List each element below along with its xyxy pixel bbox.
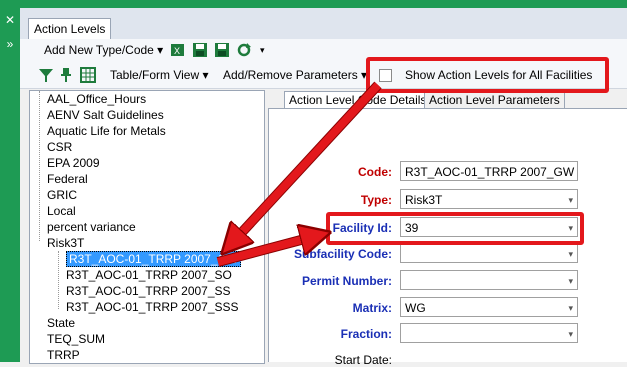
annotation-arrows <box>216 81 382 267</box>
